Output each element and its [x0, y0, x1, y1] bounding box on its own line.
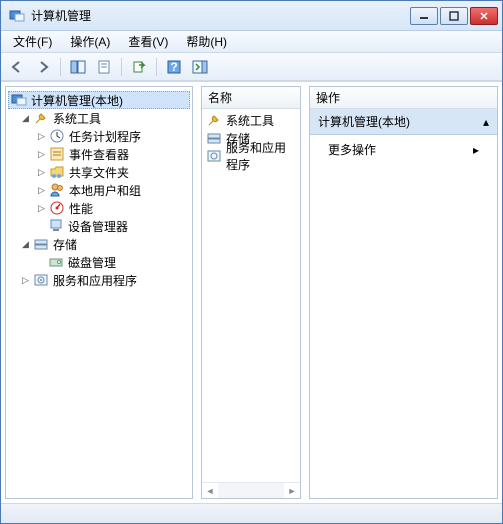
maximize-button[interactable] — [440, 7, 468, 25]
action-more[interactable]: 更多操作 ▸ — [310, 135, 497, 164]
clock-icon — [49, 128, 65, 144]
scroll-left-icon[interactable]: ◄ — [202, 483, 218, 499]
list-item-label: 服务和应用程序 — [226, 139, 296, 173]
actions-section-header[interactable]: 计算机管理(本地) ▴ — [310, 109, 497, 135]
device-icon — [48, 218, 64, 234]
shared-folder-icon — [49, 164, 65, 180]
tools-icon — [206, 112, 222, 128]
list: 系统工具 存储 服务和应用程序 — [202, 109, 300, 482]
statusbar — [1, 503, 502, 523]
actions-section-label: 计算机管理(本地) — [318, 113, 410, 130]
tools-icon — [33, 110, 49, 126]
expander-open-icon[interactable]: ◢ — [20, 113, 31, 124]
menubar: 文件(F) 操作(A) 查看(V) 帮助(H) — [1, 31, 502, 53]
export-button[interactable] — [127, 56, 151, 78]
back-button[interactable] — [5, 56, 29, 78]
expander-closed-icon[interactable]: ▷ — [36, 149, 47, 160]
list-header-name[interactable]: 名称 — [202, 87, 300, 109]
storage-icon — [206, 130, 222, 146]
tree-label: 系统工具 — [53, 110, 101, 127]
computer-mgmt-icon — [11, 92, 27, 108]
svg-text:?: ? — [170, 60, 177, 74]
close-button[interactable] — [470, 7, 498, 25]
scroll-right-icon[interactable]: ► — [284, 483, 300, 499]
list-item-label: 系统工具 — [226, 112, 274, 129]
expander-closed-icon[interactable]: ▷ — [36, 131, 47, 142]
list-pane: 名称 系统工具 存储 服务和应用程序 ◄ ► — [201, 86, 301, 499]
tree-disk-mgmt[interactable]: 磁盘管理 — [8, 253, 190, 271]
titlebar: 计算机管理 — [1, 1, 502, 31]
window-title: 计算机管理 — [31, 7, 410, 24]
tree-label: 共享文件夹 — [69, 164, 129, 181]
toolbar-sep — [121, 58, 122, 76]
tree-shared-folders[interactable]: ▷ 共享文件夹 — [8, 163, 190, 181]
collapse-icon[interactable]: ▴ — [483, 115, 489, 129]
window: 计算机管理 文件(F) 操作(A) 查看(V) 帮助(H) ? — [0, 0, 503, 524]
expander-closed-icon[interactable]: ▷ — [36, 167, 47, 178]
disk-icon — [48, 254, 64, 270]
tree-label: 性能 — [69, 200, 93, 217]
tree-local-users[interactable]: ▷ 本地用户和组 — [8, 181, 190, 199]
menu-view[interactable]: 查看(V) — [120, 31, 176, 52]
show-action-pane-button[interactable] — [188, 56, 212, 78]
window-buttons — [410, 7, 498, 25]
toolbar-sep — [156, 58, 157, 76]
tree-label: 存储 — [53, 236, 77, 253]
tree-root[interactable]: 计算机管理(本地) — [8, 91, 190, 109]
tree-storage[interactable]: ◢ 存储 — [8, 235, 190, 253]
toolbar: ? — [1, 53, 502, 81]
tree-label: 任务计划程序 — [69, 128, 141, 145]
app-icon — [9, 8, 25, 24]
expander-closed-icon[interactable]: ▷ — [20, 275, 31, 286]
expander-closed-icon[interactable]: ▷ — [36, 185, 47, 196]
performance-icon — [49, 200, 65, 216]
forward-button[interactable] — [31, 56, 55, 78]
actions-header: 操作 — [310, 87, 497, 109]
minimize-button[interactable] — [410, 7, 438, 25]
event-icon — [49, 146, 65, 162]
scroll-track[interactable] — [218, 483, 284, 498]
tree: 计算机管理(本地) ◢ 系统工具 ▷ 任务计划程序 ▷ 事件查看器 — [6, 87, 192, 498]
menu-action[interactable]: 操作(A) — [62, 31, 118, 52]
tree-label: 设备管理器 — [68, 218, 128, 235]
properties-button[interactable] — [92, 56, 116, 78]
list-item-system-tools[interactable]: 系统工具 — [204, 111, 298, 129]
tree-label: 事件查看器 — [69, 146, 129, 163]
menu-help[interactable]: 帮助(H) — [178, 31, 235, 52]
tree-performance[interactable]: ▷ 性能 — [8, 199, 190, 217]
content-area: 计算机管理(本地) ◢ 系统工具 ▷ 任务计划程序 ▷ 事件查看器 — [1, 81, 502, 503]
tree-pane: 计算机管理(本地) ◢ 系统工具 ▷ 任务计划程序 ▷ 事件查看器 — [5, 86, 193, 499]
expander-closed-icon[interactable]: ▷ — [36, 203, 47, 214]
tree-root-label: 计算机管理(本地) — [31, 92, 123, 109]
users-icon — [49, 182, 65, 198]
menu-file[interactable]: 文件(F) — [5, 31, 60, 52]
services-icon — [206, 148, 222, 164]
tree-label: 本地用户和组 — [69, 182, 141, 199]
list-item-services-apps[interactable]: 服务和应用程序 — [204, 147, 298, 165]
expander-open-icon[interactable]: ◢ — [20, 239, 31, 250]
services-icon — [33, 272, 49, 288]
tree-task-scheduler[interactable]: ▷ 任务计划程序 — [8, 127, 190, 145]
hscroll[interactable]: ◄ ► — [202, 482, 300, 498]
toolbar-sep — [60, 58, 61, 76]
chevron-right-icon: ▸ — [473, 143, 479, 157]
show-hide-tree-button[interactable] — [66, 56, 90, 78]
tree-device-manager[interactable]: 设备管理器 — [8, 217, 190, 235]
actions-pane: 操作 计算机管理(本地) ▴ 更多操作 ▸ — [309, 86, 498, 499]
tree-event-viewer[interactable]: ▷ 事件查看器 — [8, 145, 190, 163]
storage-icon — [33, 236, 49, 252]
tree-label: 服务和应用程序 — [53, 272, 137, 289]
tree-system-tools[interactable]: ◢ 系统工具 — [8, 109, 190, 127]
help-button[interactable]: ? — [162, 56, 186, 78]
tree-services-apps[interactable]: ▷ 服务和应用程序 — [8, 271, 190, 289]
tree-label: 磁盘管理 — [68, 254, 116, 271]
action-more-label: 更多操作 — [328, 141, 376, 158]
